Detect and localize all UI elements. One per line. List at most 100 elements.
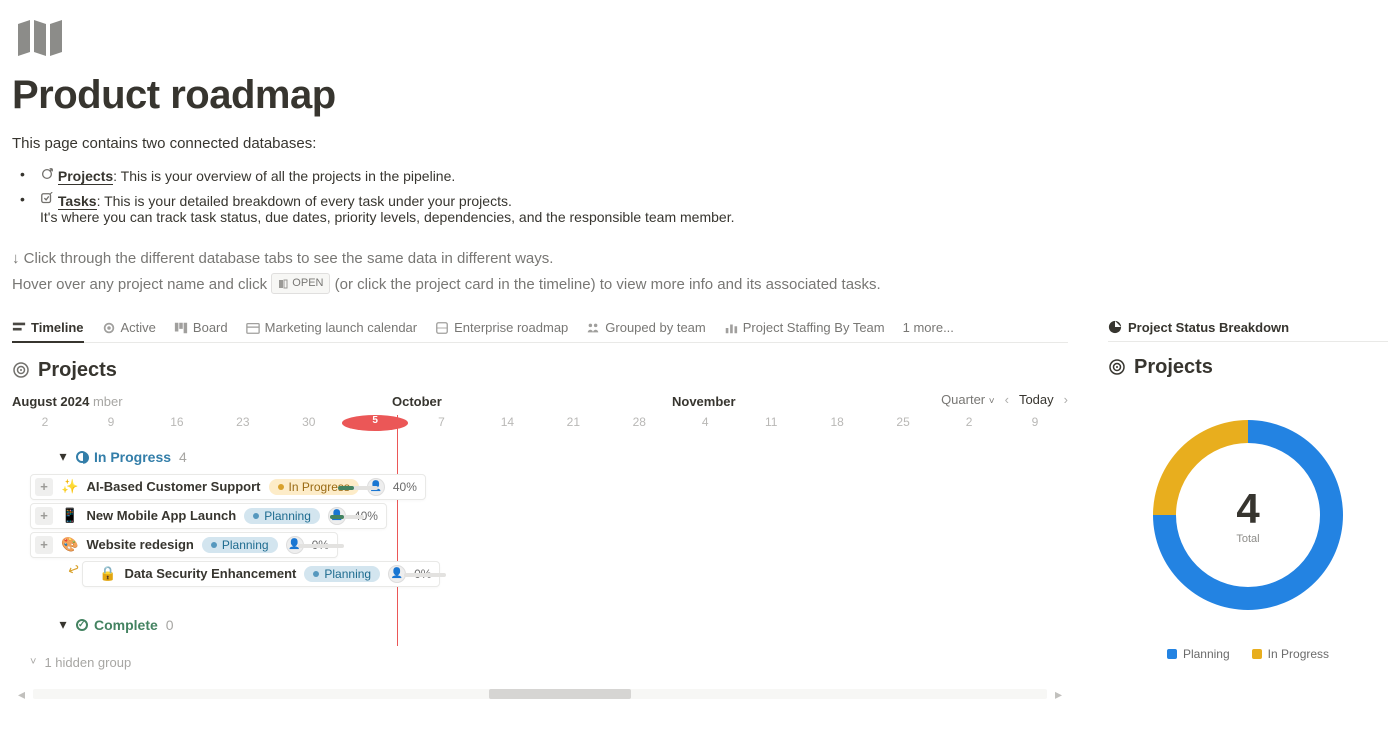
db-title[interactable]: Projects [38,359,117,382]
item-title: AI-Based Customer Support [86,479,260,494]
item-emoji-icon: ✨ [61,478,78,495]
tab-timeline-label: Timeline [31,320,84,335]
day-label: 14 [474,415,540,431]
legend-swatch-yellow [1252,649,1262,659]
status-pill: Planning [202,537,278,553]
day-label: 28 [606,415,672,431]
progress-pct: 40% [393,480,417,494]
day-label: 11 [738,415,804,431]
tab-active[interactable]: Active [102,320,156,335]
projects-desc: : This is your overview of all the proje… [113,168,455,184]
group-in-progress[interactable]: ▾ In Progress 4 [12,441,1068,473]
group-complete[interactable]: ▾ Complete 0 [12,609,1068,641]
donut-slice[interactable] [1153,420,1248,515]
add-subitem-button[interactable]: + [35,478,53,496]
bullet-tasks: Tasks: This is your detailed breakdown o… [36,188,1388,229]
prev-button[interactable]: ‹ [1005,392,1009,407]
month-nov: November [672,394,736,409]
tab-marketing-label: Marketing launch calendar [265,320,417,335]
tab-active-label: Active [121,320,156,335]
day-label: 25 [870,415,936,431]
open-chip-label: OPEN [292,275,323,292]
tab-status-breakdown[interactable]: Project Status Breakdown [1108,320,1388,342]
tasks-icon [40,192,54,206]
timeline-bar[interactable] [338,486,378,490]
right-db-title[interactable]: Projects [1134,356,1213,379]
timeline-bar[interactable] [404,573,446,577]
page-icon[interactable] [16,18,1388,61]
project-card[interactable]: 🔒Data Security EnhancementPlanning👤0% [82,561,440,587]
tab-grouped[interactable]: Grouped by team [586,320,705,335]
project-card[interactable]: +🎨Website redesignPlanning👤0% [30,532,338,558]
target-icon [12,361,30,379]
group-inprogress-label: In Progress [94,449,171,465]
scroll-track[interactable] [33,689,1047,699]
day-label: 2 [936,415,1002,431]
group-complete-label: Complete [94,617,158,633]
timeline-body[interactable]: 2916233057142128411182529 ▾ In Progress … [12,415,1068,670]
legend-swatch-blue [1167,649,1177,659]
open-chip[interactable]: OPEN [271,273,330,294]
today-marker: 5 [342,415,409,431]
page-title[interactable]: Product roadmap [12,73,1388,118]
day-label: 21 [540,415,606,431]
timeline-bar[interactable] [330,515,364,519]
scroll-left[interactable]: ◂ [18,686,25,703]
projects-link[interactable]: Projects [58,168,113,185]
intro-text: This page contains two connected databas… [12,132,1388,155]
item-title: New Mobile App Launch [86,508,236,523]
hint-2a: Hover over any project name and click [12,276,267,293]
day-label: 2 [12,415,78,431]
tasks-link[interactable]: Tasks [58,193,97,210]
quarter-selector[interactable]: Quarter ˅ [941,392,995,407]
scroll-right[interactable]: ▸ [1055,686,1062,703]
tab-enterprise[interactable]: Enterprise roadmap [435,320,568,335]
day-label: 18 [804,415,870,431]
item-emoji-icon: 🎨 [61,536,78,553]
timeline-bar[interactable] [298,544,344,548]
tasks-desc: : This is your detailed breakdown of eve… [97,193,512,209]
add-subitem-button[interactable]: + [35,507,53,525]
group-toggle-icon[interactable]: ▾ [56,618,70,632]
day-label: 7 [408,415,474,431]
timeline-item-row: +✨AI-Based Customer SupportIn Progress👤4… [12,474,1068,502]
tab-grouped-label: Grouped by team [605,320,705,335]
donut-total-value: 4 [1236,485,1259,533]
next-button[interactable]: › [1064,392,1068,407]
hint-1: ↓ Click through the different database t… [12,247,1388,270]
projects-icon [40,167,54,181]
day-label: 23 [210,415,276,431]
tab-timeline[interactable]: Timeline [12,320,84,343]
legend-inprogress-label: In Progress [1268,647,1329,661]
tab-marketing[interactable]: Marketing launch calendar [246,320,417,335]
legend-inprogress[interactable]: In Progress [1252,647,1329,661]
legend-planning-label: Planning [1183,647,1230,661]
add-subitem-button[interactable]: + [35,536,53,554]
status-pill: Planning [244,508,320,524]
day-label: 4 [672,415,738,431]
item-title: Data Security Enhancement [124,566,296,581]
day-label: 9 [78,415,144,431]
donut-chart[interactable]: 4 Total [1148,415,1348,615]
tab-staffing[interactable]: Project Staffing By Team [724,320,885,335]
views-tab-bar: Timeline Active Board Marketing launch c… [12,320,1068,343]
group-complete-count: 0 [166,617,174,633]
hint-2b: (or click the project card in the timeli… [335,276,881,293]
tab-more[interactable]: 1 more... [903,320,954,335]
hidden-group-toggle[interactable]: ˅ 1 hidden group [12,641,1068,670]
tab-board[interactable]: Board [174,320,228,335]
tasks-subdesc: It's where you can track task status, du… [40,209,1388,225]
month-oct: October [392,394,442,409]
scroll-thumb[interactable] [489,689,631,699]
legend-planning[interactable]: Planning [1167,647,1230,661]
today-button[interactable]: Today [1019,392,1054,407]
timeline-item-row: +📱New Mobile App LaunchPlanning👤40% [12,503,1068,531]
month-aug-suffix: mber [93,394,123,409]
item-title: Website redesign [86,537,193,552]
tab-board-label: Board [193,320,228,335]
group-toggle-icon[interactable]: ▾ [56,450,70,464]
status-complete-icon [76,619,88,631]
dependency-arrow-icon: ↪ [65,559,82,579]
day-label: 16 [144,415,210,431]
tab-staffing-label: Project Staffing By Team [743,320,885,335]
